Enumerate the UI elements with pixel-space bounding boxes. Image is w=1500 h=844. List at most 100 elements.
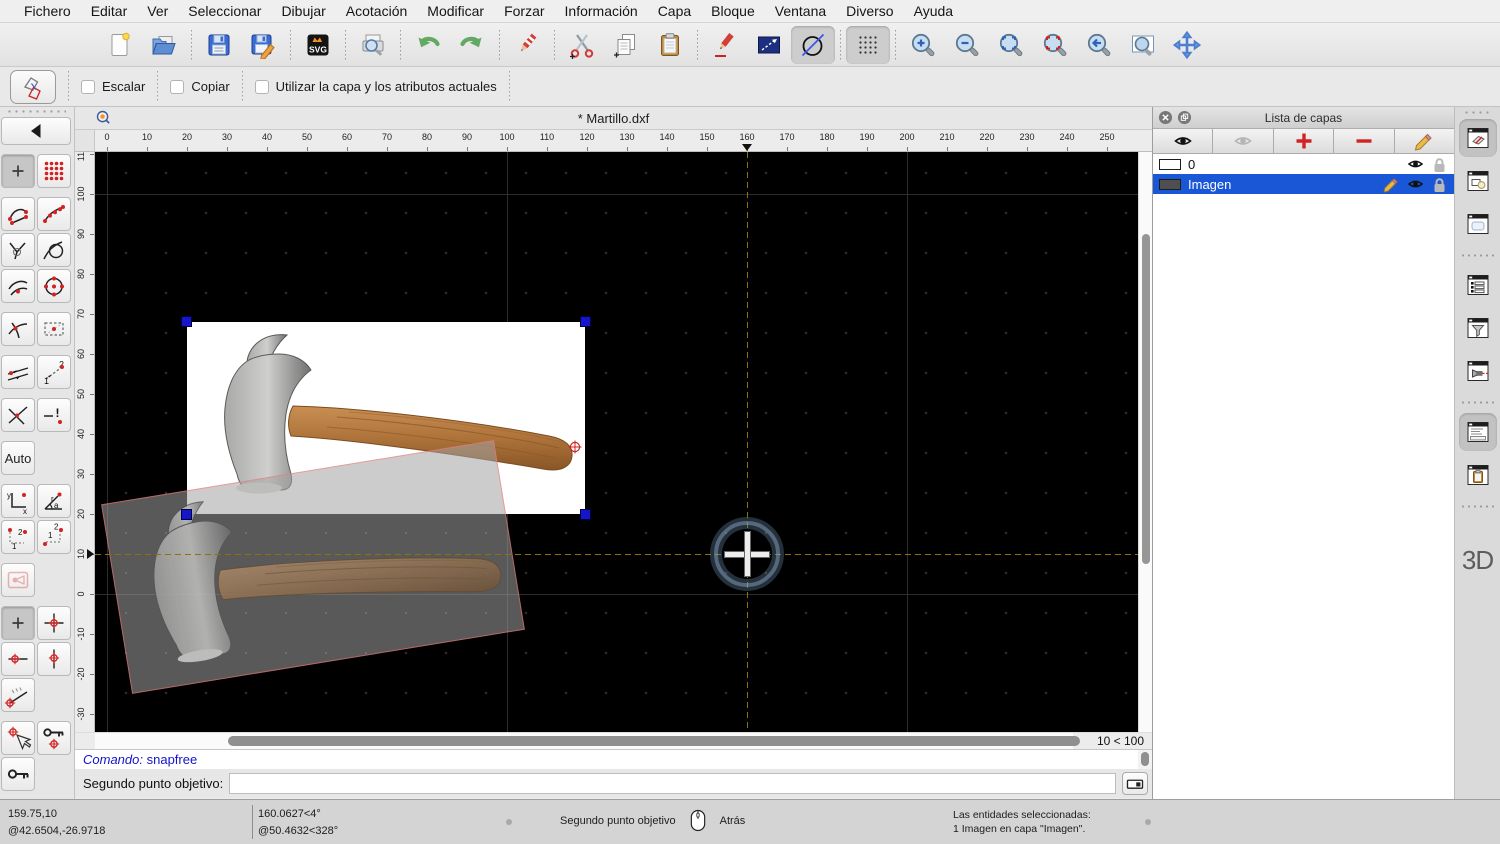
- relative-polar-button[interactable]: 12: [37, 520, 71, 554]
- menu-editar[interactable]: Editar: [81, 3, 138, 19]
- snap-distances-button[interactable]: 12: [37, 355, 71, 389]
- restrict-off-button[interactable]: [1, 606, 35, 640]
- layer-edit-pencil-icon[interactable]: [1382, 175, 1400, 193]
- menu-modificar[interactable]: Modificar: [417, 3, 494, 19]
- open-document-button[interactable]: [142, 26, 186, 64]
- redo-button[interactable]: [450, 26, 494, 64]
- clipboard-panel-panel-button[interactable]: [1459, 456, 1497, 494]
- snap-tangential-button[interactable]: [37, 233, 71, 267]
- relative-zero-key-button[interactable]: [1, 757, 35, 791]
- menu-diverso[interactable]: Diverso: [836, 3, 903, 19]
- erase-button[interactable]: [505, 26, 549, 64]
- snap-auto-toggle-button[interactable]: Auto: [1, 441, 35, 475]
- snap-auto-button[interactable]: [1, 355, 35, 389]
- selection-filter-panel-button[interactable]: [1459, 309, 1497, 347]
- restrict-angle-button[interactable]: [1, 678, 35, 712]
- remove-layer-button[interactable]: [1334, 129, 1394, 153]
- save-document-as-button[interactable]: [241, 26, 285, 64]
- checkbox-box[interactable]: [255, 80, 269, 94]
- grid-toggle-button[interactable]: [846, 26, 890, 64]
- checkbox-copiar[interactable]: Copiar: [170, 79, 229, 94]
- save-document-button[interactable]: [197, 26, 241, 64]
- cut-button[interactable]: [560, 26, 604, 64]
- snap-middle-button[interactable]: [1, 269, 35, 303]
- snap-on-entity-button[interactable]: [37, 197, 71, 231]
- snap-intersection-button[interactable]: [1, 312, 35, 346]
- restrict-vertical-button[interactable]: [37, 642, 71, 676]
- move-copy-tool-button[interactable]: [10, 70, 56, 104]
- snap-free-button[interactable]: [1, 154, 35, 188]
- menu-capa[interactable]: Capa: [648, 3, 701, 19]
- zoom-selection-button[interactable]: [1033, 26, 1077, 64]
- menu-fichero[interactable]: Fichero: [14, 3, 81, 19]
- lock-relative-zero-button[interactable]: [37, 721, 71, 755]
- view-panel-panel-button[interactable]: [1459, 205, 1497, 243]
- snap-center-button[interactable]: [37, 269, 71, 303]
- auto-zoom-button[interactable]: [989, 26, 1033, 64]
- menu-informaci-n[interactable]: Información: [555, 3, 648, 19]
- layer-visibility-eye-icon[interactable]: [1407, 157, 1424, 171]
- modify-scale-button[interactable]: [747, 26, 791, 64]
- property-editor-panel-button[interactable]: [1459, 266, 1497, 304]
- restrict-horizontal-button[interactable]: [1, 642, 35, 676]
- layer-visibility-eye-icon[interactable]: [1407, 177, 1424, 191]
- block-list-panel-button[interactable]: [1459, 162, 1497, 200]
- restrict-orthogonal-button[interactable]: [37, 606, 71, 640]
- zoom-window-button[interactable]: [1121, 26, 1165, 64]
- zoom-in-button[interactable]: [901, 26, 945, 64]
- checkbox-escalar[interactable]: Escalar: [81, 79, 145, 94]
- layer-row-0[interactable]: 0: [1153, 154, 1454, 174]
- command-history-scrollbar[interactable]: [1138, 750, 1152, 769]
- snap-grid-button[interactable]: [37, 154, 71, 188]
- svg-export-button[interactable]: SVG: [296, 26, 340, 64]
- print-preview-button[interactable]: [351, 26, 395, 64]
- menu-dibujar[interactable]: Dibujar: [271, 3, 335, 19]
- coordinate-cartesian-button[interactable]: yx: [1, 484, 35, 518]
- snap-intersection-manual-button[interactable]: !: [37, 398, 71, 432]
- checkbox-utilizar-la-capa-y-los-atributos-actuales[interactable]: Utilizar la capa y los atributos actuale…: [255, 79, 497, 94]
- menu-ayuda[interactable]: Ayuda: [904, 3, 963, 19]
- menu-acotaci-n[interactable]: Acotación: [336, 3, 417, 19]
- command-line-panel-button[interactable]: [1459, 413, 1497, 451]
- add-layer-button[interactable]: [1274, 129, 1334, 153]
- new-document-button[interactable]: [98, 26, 142, 64]
- pan-button[interactable]: [1165, 26, 1209, 64]
- drawing-canvas[interactable]: [95, 152, 1138, 732]
- show-current-layer-button[interactable]: [1213, 129, 1273, 153]
- set-relative-zero-button[interactable]: [1, 721, 35, 755]
- menu-seleccionar[interactable]: Seleccionar: [178, 3, 271, 19]
- edit-pencil-button[interactable]: [703, 26, 747, 64]
- snap-endpoints-button[interactable]: [1, 197, 35, 231]
- horizontal-scrollbar[interactable]: [95, 733, 1073, 749]
- command-input[interactable]: [229, 773, 1116, 794]
- previous-view-button[interactable]: [1077, 26, 1121, 64]
- undo-button[interactable]: [406, 26, 450, 64]
- selection-handle-top-left[interactable]: [181, 316, 192, 327]
- selection-handle-bottom-right[interactable]: [580, 509, 591, 520]
- layer-list-panel-button[interactable]: [1459, 119, 1497, 157]
- snap-perpendicular-button[interactable]: [1, 233, 35, 267]
- menu-bloque[interactable]: Bloque: [701, 3, 765, 19]
- paste-button[interactable]: [648, 26, 692, 64]
- back-button[interactable]: [1, 117, 71, 145]
- snap-intersection-x-button[interactable]: [1, 398, 35, 432]
- layer-row-imagen[interactable]: Imagen: [1153, 174, 1454, 194]
- command-panel-toggle-button[interactable]: [1122, 772, 1148, 795]
- vertical-scrollbar[interactable]: [1138, 152, 1152, 732]
- exclusive-snap-button[interactable]: [1, 563, 35, 597]
- show-all-layers-button[interactable]: [1153, 129, 1213, 153]
- panel-3d-button[interactable]: 3D: [1462, 545, 1493, 576]
- coordinate-polar-button[interactable]: ra: [37, 484, 71, 518]
- selection-handle-bottom-left[interactable]: [181, 509, 192, 520]
- zoom-out-button[interactable]: [945, 26, 989, 64]
- vertical-scrollbar-thumb[interactable]: [1142, 234, 1150, 564]
- checkbox-box[interactable]: [170, 80, 184, 94]
- projection-panel-panel-button[interactable]: [1459, 352, 1497, 390]
- relative-cartesian-button[interactable]: 12: [1, 520, 35, 554]
- menu-ver[interactable]: Ver: [137, 3, 178, 19]
- selection-handle-top-right[interactable]: [580, 316, 591, 327]
- copy-button[interactable]: [604, 26, 648, 64]
- edit-layer-button[interactable]: [1395, 129, 1454, 153]
- snap-reference-button[interactable]: [37, 312, 71, 346]
- menu-ventana[interactable]: Ventana: [765, 3, 836, 19]
